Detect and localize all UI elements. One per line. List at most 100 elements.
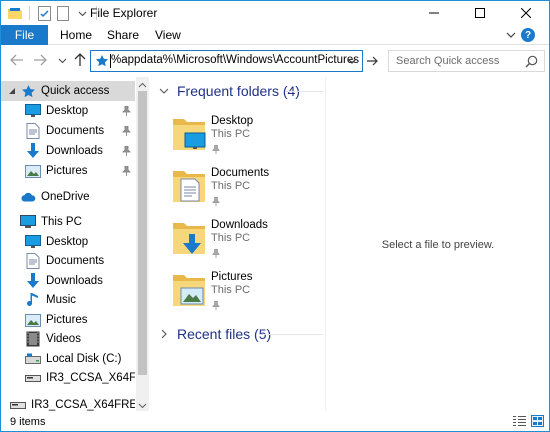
- status-bar: 9 items: [1, 411, 549, 431]
- scroll-thumb[interactable]: [138, 91, 147, 375]
- pane-divider[interactable]: [325, 77, 326, 411]
- customize-toolbar-icon[interactable]: [74, 5, 90, 21]
- new-folder-icon[interactable]: [55, 5, 71, 21]
- sidebar-item-desktop-quick[interactable]: Desktop: [1, 101, 135, 121]
- address-dropdown-icon[interactable]: [346, 55, 358, 67]
- sidebar-item-label: Quick access: [41, 85, 110, 97]
- sidebar-item-pictures-quick[interactable]: Pictures: [1, 161, 135, 181]
- address-bar[interactable]: %appdata%\Microsoft\Windows\AccountPictu…: [90, 50, 363, 72]
- group-header-frequent-folders[interactable]: Frequent folders (4): [159, 81, 300, 101]
- scroll-down-icon[interactable]: [138, 399, 147, 409]
- folder-tile-downloads[interactable]: Downloads This PC: [171, 217, 321, 263]
- star-icon: [20, 83, 36, 99]
- search-input[interactable]: Search Quick access: [396, 55, 499, 67]
- folder-tile-documents[interactable]: Documents This PC: [171, 165, 321, 211]
- tab-view[interactable]: View: [155, 28, 181, 42]
- sidebar-item-quick-access[interactable]: Quick access: [1, 81, 135, 101]
- search-icon[interactable]: [525, 55, 538, 68]
- sidebar-item-videos[interactable]: Videos: [1, 329, 135, 349]
- tile-location: This PC: [211, 284, 251, 296]
- chevron-down-icon[interactable]: [159, 86, 169, 96]
- pin-icon: [212, 195, 220, 206]
- file-explorer-window: File Explorer File Home Share View ? %ap…: [0, 0, 550, 432]
- onedrive-icon: [20, 189, 36, 205]
- search-box[interactable]: Search Quick access: [388, 50, 545, 72]
- downloads-icon: [25, 273, 41, 289]
- go-arrow-icon[interactable]: [364, 50, 380, 72]
- sidebar-item-local-disk[interactable]: Local Disk (C:): [1, 349, 135, 369]
- tile-name: Desktop: [211, 115, 254, 127]
- videos-icon: [25, 331, 41, 347]
- sidebar-item-documents[interactable]: Documents: [1, 251, 135, 271]
- content-pane: Frequent folders (4) Desktop This PC Doc…: [151, 77, 325, 411]
- pin-icon: [212, 247, 220, 258]
- chevron-down-icon[interactable]: [7, 86, 17, 96]
- tile-location: This PC: [211, 128, 251, 140]
- desktop-folder-icon: [171, 113, 207, 153]
- title-bar: File Explorer: [1, 1, 549, 25]
- tab-file[interactable]: File: [1, 25, 48, 45]
- preview-message: Select a file to preview.: [381, 239, 495, 251]
- maximize-icon: [475, 8, 485, 18]
- sidebar-item-label: Desktop: [46, 236, 89, 248]
- pictures-icon: [25, 163, 41, 179]
- close-button[interactable]: [503, 1, 549, 25]
- address-row: %appdata%\Microsoft\Windows\AccountPictu…: [1, 46, 549, 74]
- group-header-label: Recent files (5): [177, 326, 272, 342]
- properties-icon[interactable]: [36, 5, 52, 21]
- tile-location: This PC: [211, 232, 251, 244]
- sidebar-item-dvd-drive[interactable]: IR3_CCSA_X64FRE_EN: [1, 368, 135, 388]
- nav-pane-scrollbar[interactable]: [136, 77, 149, 411]
- chevron-right-icon[interactable]: [7, 192, 17, 202]
- folder-tile-desktop[interactable]: Desktop This PC: [171, 113, 321, 159]
- folder-tile-pictures[interactable]: Pictures This PC: [171, 269, 321, 315]
- sidebar-item-label: IR3_CCSA_X64FRE_EN: [46, 372, 135, 384]
- computer-icon: [20, 214, 36, 230]
- desktop-icon: [25, 234, 41, 250]
- tile-location: This PC: [211, 180, 251, 192]
- help-icon[interactable]: ?: [521, 28, 535, 42]
- group-header-label: Frequent folders (4): [177, 83, 300, 99]
- sidebar-item-downloads-quick[interactable]: Downloads: [1, 141, 135, 161]
- back-arrow-icon[interactable]: [9, 52, 25, 68]
- sidebar-item-documents-quick[interactable]: Documents: [1, 121, 135, 141]
- tab-home[interactable]: Home: [60, 28, 92, 42]
- sidebar-item-this-pc[interactable]: This PC: [1, 212, 135, 232]
- sidebar-item-onedrive[interactable]: OneDrive: [1, 187, 135, 207]
- scroll-up-icon[interactable]: [138, 79, 147, 88]
- up-arrow-icon[interactable]: [72, 52, 88, 68]
- preview-pane: Select a file to preview.: [327, 77, 549, 411]
- recent-locations-icon[interactable]: [54, 52, 70, 68]
- chevron-right-icon[interactable]: [159, 329, 169, 339]
- sidebar-item-downloads[interactable]: Downloads: [1, 271, 135, 291]
- folder-app-icon[interactable]: [7, 5, 23, 21]
- documents-folder-icon: [171, 165, 207, 205]
- sidebar-item-label: This PC: [41, 216, 82, 228]
- sidebar-item-label: Downloads: [46, 275, 103, 287]
- details-view-icon[interactable]: [513, 415, 526, 427]
- sidebar-item-label: OneDrive: [41, 191, 90, 203]
- desktop-icon: [25, 103, 41, 119]
- downloads-folder-icon: [171, 217, 207, 257]
- quick-access-star-icon: [95, 54, 109, 68]
- maximize-button[interactable]: [457, 1, 503, 25]
- minimize-button[interactable]: [411, 1, 457, 25]
- sidebar-item-label: Local Disk (C:): [46, 353, 122, 365]
- tab-share[interactable]: Share: [107, 28, 139, 42]
- sidebar-item-pictures[interactable]: Pictures: [1, 310, 135, 330]
- documents-icon: [25, 123, 41, 139]
- group-header-recent-files[interactable]: Recent files (5): [159, 324, 271, 344]
- large-icons-view-icon[interactable]: [531, 415, 544, 427]
- chevron-right-icon[interactable]: [7, 217, 17, 227]
- address-path[interactable]: %appdata%\Microsoft\Windows\AccountPictu…: [111, 54, 359, 66]
- sidebar-item-label: Videos: [46, 333, 81, 345]
- sidebar-item-label: Downloads: [46, 145, 103, 157]
- forward-arrow-icon[interactable]: [32, 52, 48, 68]
- navigation-pane: Quick access Desktop Documents Downloads…: [1, 77, 149, 411]
- sidebar-item-music[interactable]: Music: [1, 290, 135, 310]
- expand-ribbon-icon[interactable]: [505, 29, 517, 41]
- pin-icon: [212, 299, 220, 310]
- sidebar-item-desktop[interactable]: Desktop: [1, 232, 135, 252]
- sidebar-item-label: IR3_CCSA_X64FRE_EN-: [31, 399, 135, 411]
- drive-icon: [25, 351, 41, 367]
